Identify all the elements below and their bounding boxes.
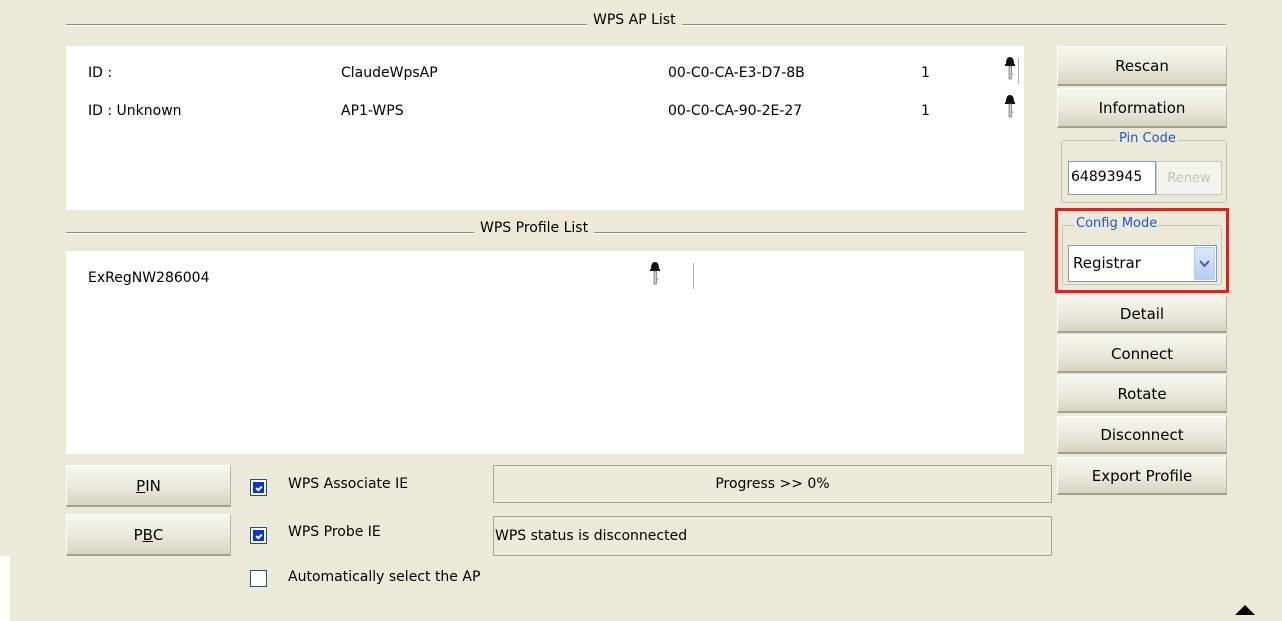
- ap-list[interactable]: ID : ClaudeWpsAP 00-C0-CA-E3-D7-8B 1 ID …: [66, 46, 1024, 210]
- auto-select-ap-checkbox[interactable]: [250, 570, 267, 587]
- profile-name: ExRegNW286004: [88, 270, 210, 286]
- pbc-button-label-prefix: P: [133, 525, 143, 544]
- status-text: WPS status is disconnected: [495, 528, 688, 544]
- detail-button[interactable]: Detail: [1057, 295, 1227, 333]
- ap-channel: 1: [921, 65, 930, 81]
- status-box: WPS status is disconnected: [493, 516, 1052, 556]
- pbc-button-label-rest: C: [152, 525, 164, 544]
- progress-text: Progress >> 0%: [715, 476, 830, 492]
- column-separator: [693, 263, 694, 289]
- wps-associate-ie-checkbox[interactable]: [250, 479, 267, 496]
- ap-ssid: ClaudeWpsAP: [341, 65, 438, 81]
- ap-id: ID :: [88, 65, 113, 81]
- profile-list-title: WPS Profile List: [474, 219, 595, 237]
- wps-probe-ie-label: WPS Probe IE: [288, 524, 381, 540]
- pin-button[interactable]: P IN: [66, 465, 231, 507]
- pbc-button-mnemonic: B: [142, 525, 153, 544]
- profile-list[interactable]: ExRegNW286004: [66, 251, 1024, 454]
- ap-id: ID : Unknown: [88, 103, 182, 119]
- pin-code-legend: Pin Code: [1117, 131, 1178, 147]
- pin-button-mnemonic: P: [136, 476, 146, 495]
- ap-channel: 1: [921, 103, 930, 119]
- information-button[interactable]: Information: [1057, 88, 1227, 128]
- rescan-button[interactable]: Rescan: [1057, 46, 1227, 86]
- column-separator: [1018, 58, 1019, 84]
- wps-associate-ie-label: WPS Associate IE: [288, 476, 409, 492]
- ap-bssid: 00-C0-CA-90-2E-27: [668, 103, 803, 119]
- key-icon: [1005, 95, 1015, 118]
- rotate-button[interactable]: Rotate: [1057, 375, 1227, 413]
- progress-box: Progress >> 0%: [493, 465, 1052, 503]
- auto-select-ap-label: Automatically select the AP: [288, 569, 481, 585]
- disconnect-button[interactable]: Disconnect: [1057, 416, 1227, 454]
- pin-button-label-rest: IN: [145, 476, 161, 495]
- ap-bssid: 00-C0-CA-E3-D7-8B: [668, 65, 805, 81]
- renew-button[interactable]: Renew: [1156, 161, 1222, 195]
- connect-button[interactable]: Connect: [1057, 335, 1227, 373]
- wps-probe-ie-checkbox[interactable]: [250, 527, 267, 544]
- ap-ssid: AP1-WPS: [341, 103, 404, 119]
- pin-code-field[interactable]: 64893945: [1068, 161, 1156, 195]
- key-icon: [1005, 57, 1015, 80]
- highlight-box: [1055, 208, 1229, 293]
- export-profile-button[interactable]: Export Profile: [1057, 457, 1227, 495]
- pbc-button[interactable]: PBC: [66, 514, 231, 556]
- ap-list-title: WPS AP List: [587, 11, 682, 29]
- key-icon: [650, 262, 660, 285]
- corner-background: [0, 556, 10, 621]
- triangle-up-icon[interactable]: [1235, 605, 1255, 615]
